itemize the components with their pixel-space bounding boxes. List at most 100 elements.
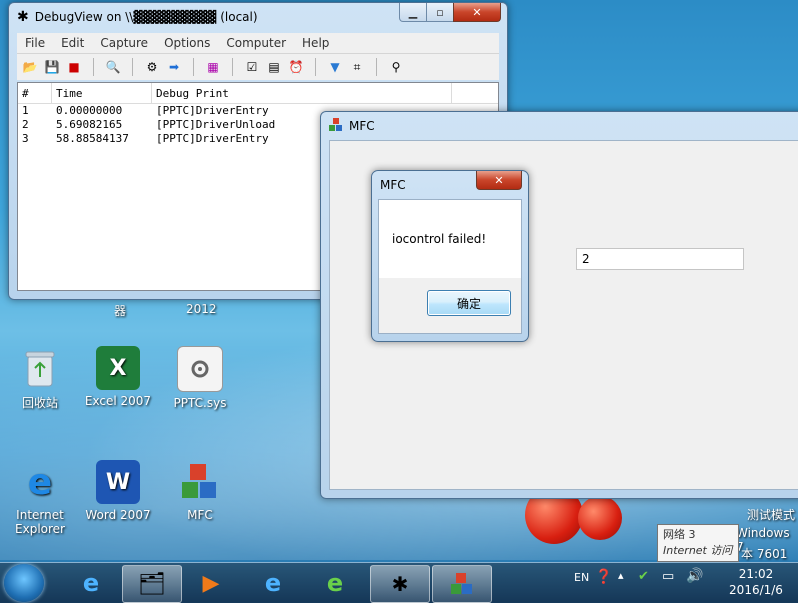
taskbar-debugview[interactable]: ✱: [370, 565, 430, 603]
clock-icon[interactable]: ⏰: [287, 58, 305, 76]
menu-capture[interactable]: Capture: [92, 36, 156, 50]
menu-help[interactable]: Help: [294, 36, 337, 50]
row-text: [PPTC]DriverEntry: [156, 132, 269, 145]
desktop-icon-label: MFC: [187, 508, 213, 522]
network-icon[interactable]: ▭: [662, 569, 674, 584]
desktop-icon-label: Word 2007: [85, 508, 151, 522]
taskbar-mfc[interactable]: [432, 565, 492, 603]
desktop-icon-word[interactable]: W Word 2007: [80, 460, 156, 522]
list-header: # Time Debug Print: [18, 83, 498, 104]
test-mode-watermark: 测试模式: [747, 508, 796, 522]
dialog-content: iocontrol failed!: [378, 199, 522, 279]
network-tooltip: 网络 3 Internet 访问: [657, 524, 739, 562]
wallpaper-fruit: [578, 496, 622, 540]
green-browser-icon: e: [326, 569, 344, 597]
recycle-bin-icon: [18, 346, 62, 390]
desktop-icon-label: 回收站: [21, 396, 58, 410]
system-clock[interactable]: 21:02 2016/1/6: [716, 566, 796, 598]
desktop-icon-label: PPTC.sys: [173, 396, 227, 410]
browser-icon: e: [264, 569, 282, 597]
tooltip-network-status: Internet 访问: [663, 544, 733, 557]
desktop-icon-label-fragment: 2012: [186, 302, 217, 316]
column-header-debug-print[interactable]: Debug Print: [152, 83, 452, 103]
taskbar-explorer[interactable]: 🗂: [122, 565, 182, 603]
row-number: 1: [22, 104, 29, 117]
list-icon[interactable]: ▤: [265, 58, 283, 76]
tray-overflow-icon[interactable]: ▴: [618, 569, 624, 582]
toolbar-separator: [376, 58, 377, 76]
taskbar-media-player[interactable]: ▶: [182, 565, 240, 601]
tooltip-network-name: 网络 3: [663, 528, 696, 541]
toolbar-separator: [315, 58, 316, 76]
message-dialog[interactable]: MFC ✕ iocontrol failed! 确定: [371, 170, 529, 342]
find-icon[interactable]: 🔍: [104, 58, 122, 76]
value-input[interactable]: 2: [576, 248, 744, 270]
dialog-button-area: 确定: [378, 278, 522, 334]
arrow-right-icon[interactable]: ➡: [165, 58, 183, 76]
minimize-button[interactable]: ▁: [399, 3, 427, 22]
security-shield-icon[interactable]: ✔: [638, 569, 649, 584]
desktop-icon-recycle-bin[interactable]: 回收站: [2, 346, 78, 411]
autoscroll-icon[interactable]: ☑: [243, 58, 261, 76]
toolbar-separator: [193, 58, 194, 76]
open-folder-icon[interactable]: 📂: [21, 58, 39, 76]
help-icon[interactable]: ❓: [595, 569, 612, 585]
row-number: 2: [22, 118, 29, 131]
mfc-titlebar[interactable]: MFC: [321, 112, 798, 140]
excel-icon: X: [96, 346, 140, 390]
capture-gear-icon[interactable]: ⚙: [143, 58, 161, 76]
internet-explorer-icon: e: [27, 461, 53, 503]
internet-explorer-icon: e: [82, 569, 100, 597]
close-button[interactable]: ✕: [476, 171, 522, 190]
clock-date: 2016/1/6: [729, 583, 783, 597]
menu-file[interactable]: File: [17, 36, 53, 50]
row-text: [PPTC]DriverUnload: [156, 118, 276, 131]
desktop-icon-pptc-sys[interactable]: PPTC.sys: [162, 346, 238, 410]
menu-bar: File Edit Capture Options Computer Help: [17, 33, 499, 54]
row-text: [PPTC]DriverEntry: [156, 104, 269, 117]
clock-time: 21:02: [738, 567, 774, 581]
row-number: 3: [22, 132, 29, 145]
highlight-icon[interactable]: ▦: [204, 58, 222, 76]
desktop-icon-mfc[interactable]: MFC: [162, 460, 238, 522]
taskbar: e 🗂 ▶ e e ✱ EN ❓ ▴ ✔ ▭ 🔊: [0, 562, 798, 603]
history-icon[interactable]: ⌗: [348, 58, 366, 76]
start-button[interactable]: [4, 564, 44, 602]
desktop-icon-label-fragment: 器: [114, 304, 127, 318]
mfc-app-icon: [178, 460, 222, 504]
folder-icon: 🗂: [138, 571, 166, 597]
desktop-icon-label: Internet Explorer: [15, 508, 65, 536]
word-icon: W: [96, 460, 140, 504]
filter-icon[interactable]: ▼: [326, 58, 344, 76]
menu-computer[interactable]: Computer: [218, 36, 294, 50]
save-icon[interactable]: 💾: [43, 58, 61, 76]
debugview-bug-icon: ✱: [391, 572, 409, 596]
window-title: MFC: [349, 119, 375, 133]
taskbar-360-browser[interactable]: e: [306, 565, 364, 601]
column-header-time[interactable]: Time: [52, 83, 152, 103]
desktop-icon-internet-explorer[interactable]: e Internet Explorer: [2, 460, 78, 537]
binoculars-icon[interactable]: ⚲: [387, 58, 405, 76]
toolbar: 📂 💾 ■ 🔍 ⚙ ➡ ▦ ☑ ▤ ⏰ ▼ ⌗ ⚲: [17, 54, 499, 80]
toolbar-separator: [232, 58, 233, 76]
build-watermark: 本 7601: [741, 547, 788, 561]
maximize-button[interactable]: ▫: [426, 3, 454, 22]
desktop-icon-excel[interactable]: X Excel 2007: [80, 346, 156, 408]
dialog-message: iocontrol failed!: [392, 232, 487, 246]
menu-edit[interactable]: Edit: [53, 36, 92, 50]
toolbar-separator: [132, 58, 133, 76]
clear-log-icon[interactable]: ■: [65, 58, 83, 76]
menu-options[interactable]: Options: [156, 36, 218, 50]
row-time: 5.69082165: [56, 118, 123, 131]
window-title: DebugView on \\▓▓▓▓▓▓▓▓▓ (local): [34, 10, 258, 24]
taskbar-ie[interactable]: e: [62, 565, 120, 601]
row-time: 0.00000000: [56, 104, 123, 117]
ok-button[interactable]: 确定: [427, 290, 511, 316]
language-indicator[interactable]: EN: [574, 571, 589, 584]
row-time: 58.88584137: [56, 132, 129, 145]
close-button[interactable]: ✕: [453, 3, 501, 22]
taskbar-browser[interactable]: e: [244, 565, 302, 601]
mfc-app-icon: [329, 117, 343, 135]
column-header-number[interactable]: #: [18, 83, 52, 103]
volume-icon[interactable]: 🔊: [686, 568, 703, 584]
